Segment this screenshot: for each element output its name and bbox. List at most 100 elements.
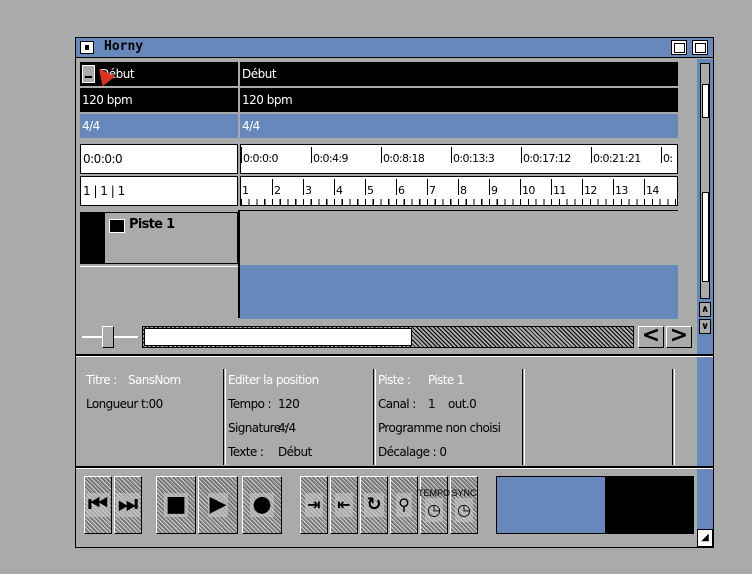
resize-handle[interactable]: ◢ [697, 529, 713, 547]
tempo-field[interactable]: 120 bpm [80, 88, 238, 112]
measure-ruler-label: 1 [242, 184, 249, 197]
track-header[interactable]: Piste 1 [80, 212, 238, 264]
record-button[interactable]: ● [242, 476, 282, 534]
offset-label: Décalage : 0 [378, 445, 447, 459]
track-lanes[interactable] [240, 210, 678, 319]
vertical-scroll-knob-top[interactable] [702, 84, 709, 118]
text-label: Texte : [228, 445, 264, 459]
time-ruler-label: 0:0:13:3 [451, 147, 495, 165]
measure-ruler-label: 10 [520, 179, 535, 197]
main-window: Horny Début Début 120 bpm 120 bpm 4/4 4/… [75, 37, 714, 548]
vertical-scrollbar: ∧ ∨ [697, 59, 713, 547]
time-ruler-label: 0:0:8:18 [381, 147, 425, 165]
time-ruler-label: 0:0:4:9 [311, 147, 349, 165]
divider [225, 369, 226, 465]
signature-field[interactable]: 4/4 [80, 114, 238, 138]
title-value: SansNom [128, 373, 181, 387]
tempo-label: Tempo : [228, 397, 272, 411]
midi-track-icon [109, 219, 125, 233]
divider [76, 356, 713, 357]
tempo-button-label: TEMPO [418, 488, 451, 498]
measure-ruler-label: 8 [458, 179, 467, 197]
tempo-track-field: 120 bpm [240, 88, 678, 112]
empty-track-slot[interactable] [80, 266, 238, 318]
divider [522, 369, 523, 465]
tempo-value: 120 [278, 397, 300, 411]
time-ruler[interactable]: 0:0:0:0 0:0:4:9 0:0:8:18 0:0:13:3 0:0:17… [240, 144, 678, 174]
tempo-button[interactable]: TEMPO ◷ [418, 476, 451, 534]
time-ruler-label: 0:0:0:0 [241, 147, 279, 165]
zoom-slider-knob[interactable] [102, 326, 114, 348]
vertical-scroll-track[interactable] [700, 63, 710, 299]
measure-ruler-label: 5 [365, 179, 374, 197]
scrollbar-thumb[interactable] [144, 328, 412, 346]
level-meter-fill [497, 477, 605, 533]
title-label: Titre : [86, 373, 117, 387]
sync-button-label: SYNC [451, 488, 477, 498]
measure-ruler-label: 3 [303, 179, 312, 197]
step-button[interactable]: ⚲ [390, 476, 418, 534]
track-mute-block[interactable] [81, 213, 105, 263]
measure-ruler-label: 9 [489, 179, 498, 197]
measure-ruler-label: 4 [334, 179, 343, 197]
rewind-button[interactable]: ⏮ [84, 476, 112, 534]
play-icon: ▶ [207, 492, 229, 517]
minus-icon [85, 76, 92, 78]
measure-ruler-label: 11 [551, 179, 566, 197]
transport-bar: ⏮ ⏭ ■ ▶ ● ⇥ ⇤ ↻ ⚲ TEMPO ◷ SYNC ◷ [76, 476, 713, 538]
depth-button[interactable] [692, 40, 708, 55]
play-button[interactable]: ▶ [198, 476, 238, 534]
time-row: 0:0:0:0 0:0:0:0 0:0:4:9 0:0:8:18 0:0:13:… [80, 144, 678, 174]
clock-icon: ◷ [455, 498, 473, 522]
scroll-right-button[interactable]: > [666, 325, 692, 348]
punch-out-button[interactable]: ⇤ [330, 476, 358, 534]
measure-row: 1 | 1 | 1 1 2 3 4 5 6 7 8 9 10 11 12 13 … [80, 176, 678, 206]
punch-out-icon: ⇤ [335, 493, 353, 517]
zoom-button[interactable] [671, 40, 687, 55]
window-title: Horny [104, 39, 144, 54]
tempo-row: 120 bpm 120 bpm [80, 88, 678, 112]
time-ruler-label: 0: [661, 147, 673, 165]
forward-icon: ⏭ [116, 492, 140, 517]
measure-ruler-label: 2 [272, 179, 281, 197]
time-ruler-label: 0:0:21:21 [591, 147, 641, 165]
vertical-scroll-knob[interactable] [702, 192, 709, 282]
scroll-left-button[interactable]: < [638, 325, 664, 348]
measure-ruler-label: 13 [613, 179, 628, 197]
forward-button[interactable]: ⏭ [114, 476, 142, 534]
clock-icon: ◷ [425, 498, 443, 522]
measure-ticks [241, 199, 677, 205]
level-meter [496, 476, 694, 534]
divider [373, 369, 374, 465]
punch-in-button[interactable]: ⇥ [300, 476, 328, 534]
scrollbar-track[interactable] [142, 326, 634, 348]
divider [375, 369, 376, 465]
canal-value: 1 [428, 397, 436, 411]
scroll-down-arrow-icon[interactable]: ∨ [699, 319, 711, 334]
edit-position-heading[interactable]: Editer la position [228, 368, 319, 392]
horizontal-scroll: < > [80, 324, 694, 350]
title-bar[interactable]: Horny [76, 38, 713, 58]
step-icon: ⚲ [396, 493, 412, 517]
scroll-up-arrow-icon[interactable]: ∧ [699, 302, 711, 317]
measure-ruler[interactable]: 1 2 3 4 5 6 7 8 9 10 11 12 13 14 [240, 176, 678, 206]
piste-value: Piste 1 [428, 373, 465, 387]
sync-button[interactable]: SYNC ◷ [450, 476, 478, 534]
track-name: Piste 1 [129, 217, 175, 232]
divider [524, 369, 525, 465]
selected-lane[interactable] [240, 265, 678, 319]
loop-button[interactable]: ↻ [360, 476, 388, 534]
time-position-field[interactable]: 0:0:0:0 [80, 144, 238, 174]
time-ruler-label: 0:0:17:12 [521, 147, 571, 165]
measure-position-field[interactable]: 1 | 1 | 1 [80, 176, 238, 206]
measure-ruler-label: 12 [582, 179, 597, 197]
program-label: Programme non choisi [378, 421, 501, 435]
record-icon: ● [250, 492, 274, 517]
signature-row: 4/4 4/4 [80, 114, 678, 138]
stop-icon: ■ [163, 492, 189, 517]
divider [674, 369, 675, 465]
signature-value: 4/4 [278, 421, 296, 435]
close-button[interactable] [80, 41, 94, 54]
punch-in-icon: ⇥ [305, 493, 323, 517]
stop-button[interactable]: ■ [156, 476, 196, 534]
